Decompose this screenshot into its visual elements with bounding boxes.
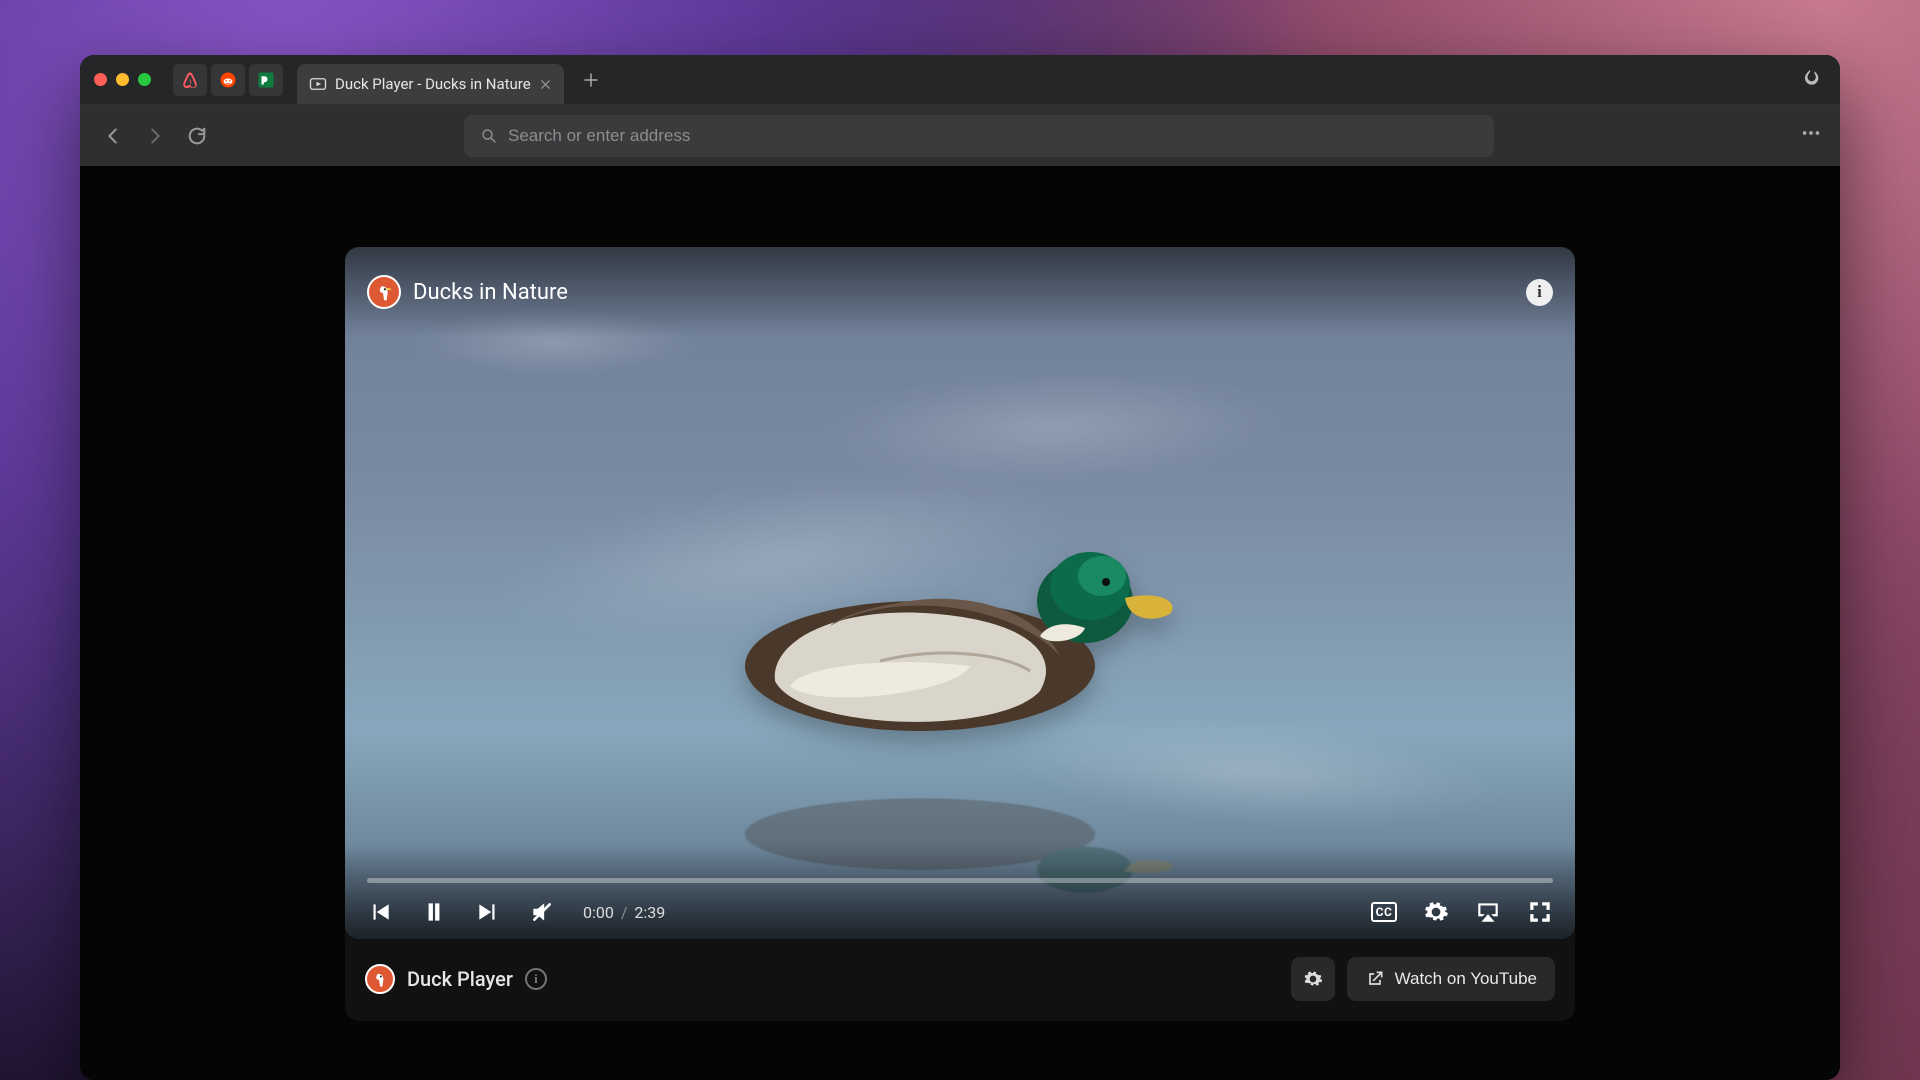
settings-button[interactable]	[1423, 899, 1449, 925]
player-name: Duck Player	[407, 967, 513, 991]
zoom-window-button[interactable]	[138, 73, 151, 86]
player-card: Ducks in Nature i	[345, 247, 1575, 1021]
airbnb-icon	[181, 71, 199, 89]
video-title: Ducks in Nature	[413, 280, 568, 305]
tab-title: Duck Player - Ducks in Nature	[335, 75, 531, 93]
skip-next-icon	[475, 899, 501, 925]
search-icon	[480, 127, 498, 145]
duckplayer-tab-icon	[309, 75, 327, 93]
address-bar[interactable]	[464, 115, 1494, 157]
overflow-menu-button[interactable]	[1800, 122, 1822, 150]
duckduckgo-footer-icon	[365, 964, 395, 994]
minimize-window-button[interactable]	[116, 73, 129, 86]
airplay-button[interactable]	[1475, 899, 1501, 925]
fire-button[interactable]	[1800, 67, 1820, 93]
fullscreen-icon	[1527, 899, 1553, 925]
pause-icon	[421, 899, 447, 925]
toolbar	[80, 105, 1840, 167]
previous-button[interactable]	[367, 899, 393, 925]
player-footer: Duck Player i Watch on YouTube	[345, 939, 1575, 1005]
current-time: 0:00	[583, 903, 614, 922]
dots-horizontal-icon	[1800, 122, 1822, 144]
video-frame-duck	[730, 506, 1190, 750]
mute-button[interactable]	[529, 899, 555, 925]
flame-icon	[1800, 67, 1820, 89]
reddit-icon	[219, 71, 237, 89]
forward-button[interactable]	[140, 121, 170, 151]
duration: 2:39	[634, 903, 665, 922]
video-top-overlay: Ducks in Nature i	[345, 247, 1575, 337]
external-link-icon	[1365, 969, 1385, 989]
titlebar: Duck Player - Ducks in Nature	[80, 55, 1840, 105]
back-button[interactable]	[98, 121, 128, 151]
close-window-button[interactable]	[94, 73, 107, 86]
gear-icon	[1303, 969, 1323, 989]
player-info-button[interactable]: i	[525, 968, 547, 990]
pied-piper-icon	[257, 71, 275, 89]
reload-button[interactable]	[182, 121, 212, 151]
skip-previous-icon	[367, 899, 393, 925]
pinned-tab-airbnb[interactable]	[173, 64, 207, 96]
fullscreen-button[interactable]	[1527, 899, 1553, 925]
pause-button[interactable]	[421, 899, 447, 925]
time-display: 0:00 / 2:39	[583, 903, 665, 922]
pinned-tabs	[173, 64, 283, 96]
page-content: Ducks in Nature i	[80, 167, 1840, 1080]
plus-icon	[582, 71, 600, 89]
pinned-tab-reddit[interactable]	[211, 64, 245, 96]
airplay-icon	[1475, 899, 1501, 925]
new-tab-button[interactable]	[576, 65, 606, 95]
volume-muted-icon	[529, 896, 555, 928]
duckduckgo-icon	[367, 275, 401, 309]
pinned-tab-piedpiper[interactable]	[249, 64, 283, 96]
video-controls: 0:00 / 2:39 CC	[345, 844, 1575, 939]
address-input[interactable]	[508, 126, 1478, 146]
gear-icon	[1423, 899, 1449, 925]
player-settings-button[interactable]	[1291, 957, 1335, 1001]
reload-icon	[186, 125, 208, 147]
traffic-lights	[94, 73, 151, 86]
next-button[interactable]	[475, 899, 501, 925]
progress-bar[interactable]	[367, 878, 1553, 883]
chevron-right-icon	[144, 125, 166, 147]
browser-window: Duck Player - Ducks in Nature	[80, 55, 1840, 1080]
chevron-left-icon	[102, 125, 124, 147]
watch-on-youtube-label: Watch on YouTube	[1395, 969, 1537, 989]
watch-on-youtube-button[interactable]: Watch on YouTube	[1347, 957, 1555, 1001]
active-tab[interactable]: Duck Player - Ducks in Nature	[297, 64, 564, 104]
tab-close-icon[interactable]	[539, 78, 552, 91]
video-area[interactable]: Ducks in Nature i	[345, 247, 1575, 939]
captions-button[interactable]: CC	[1371, 899, 1397, 925]
video-info-button[interactable]: i	[1526, 279, 1553, 306]
cc-icon: CC	[1371, 902, 1398, 922]
